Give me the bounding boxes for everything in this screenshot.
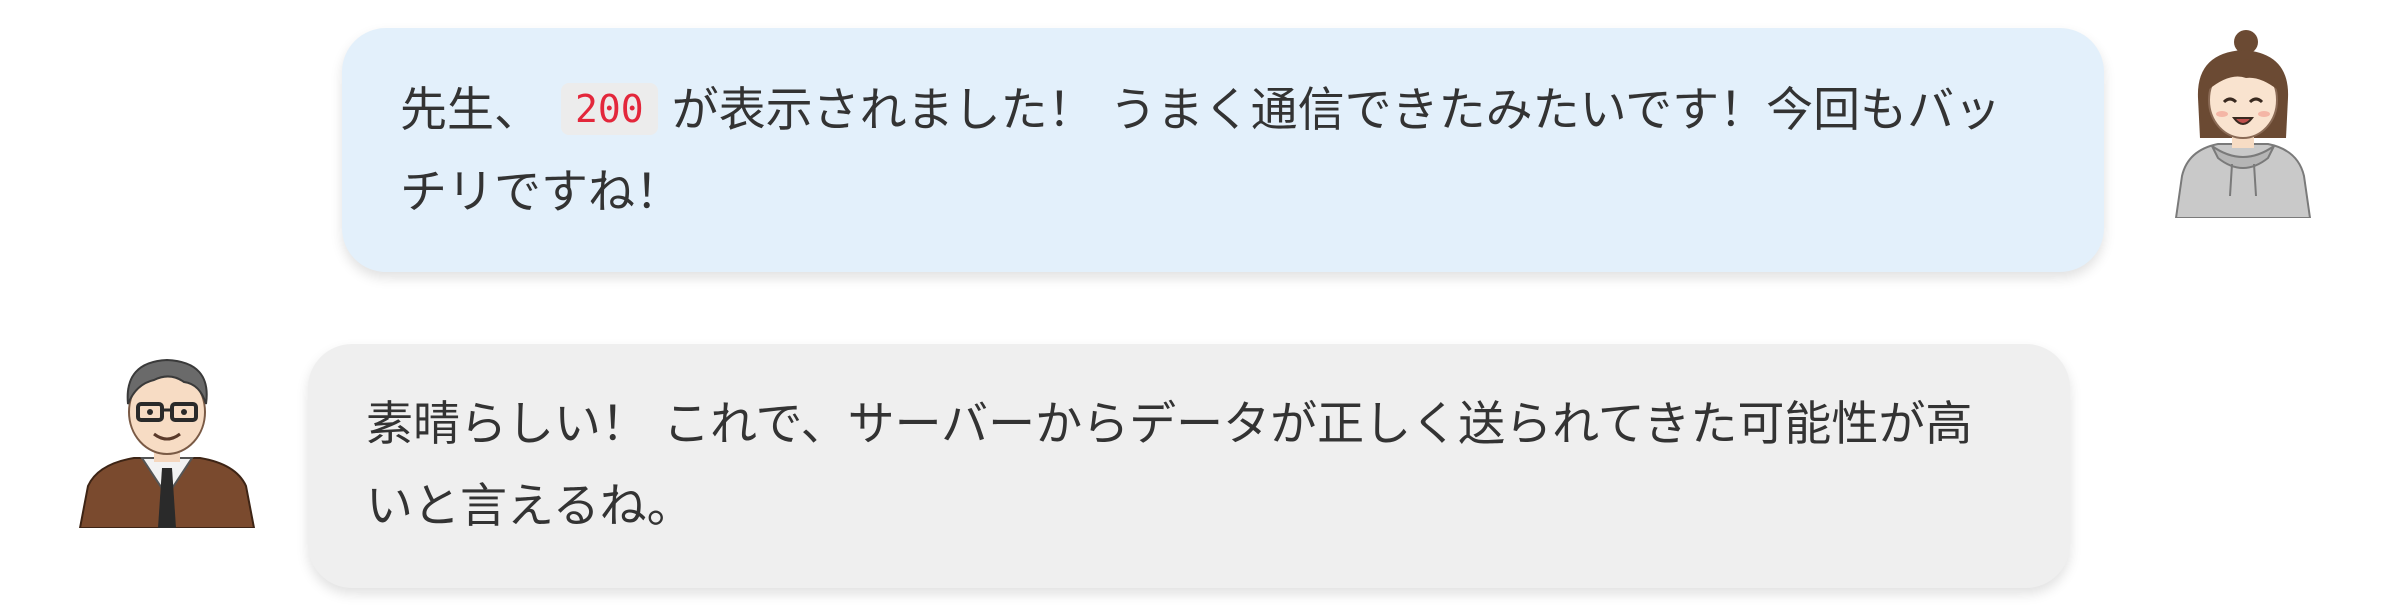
inline-code: 200 xyxy=(561,83,658,135)
speech-bubble-student: 先生、 200 が表示されました！ うまく通信できたみたいです！今回もバッチリですね… xyxy=(342,28,2104,272)
chat-thread: 先生、 200 が表示されました！ うまく通信できたみたいです！今回もバッチリですね… xyxy=(0,0,2400,612)
student-girl-icon xyxy=(2168,28,2318,219)
message-text-before: 先生、 xyxy=(400,83,541,138)
message-text: 素晴らしい！ これで、サーバーからデータが正しく送られてきた可能性が高いと言える… xyxy=(366,397,1973,534)
speech-bubble-teacher: 素晴らしい！ これで、サーバーからデータが正しく送られてきた可能性が高いと言える… xyxy=(308,344,2070,588)
teacher-man-icon xyxy=(74,346,260,529)
